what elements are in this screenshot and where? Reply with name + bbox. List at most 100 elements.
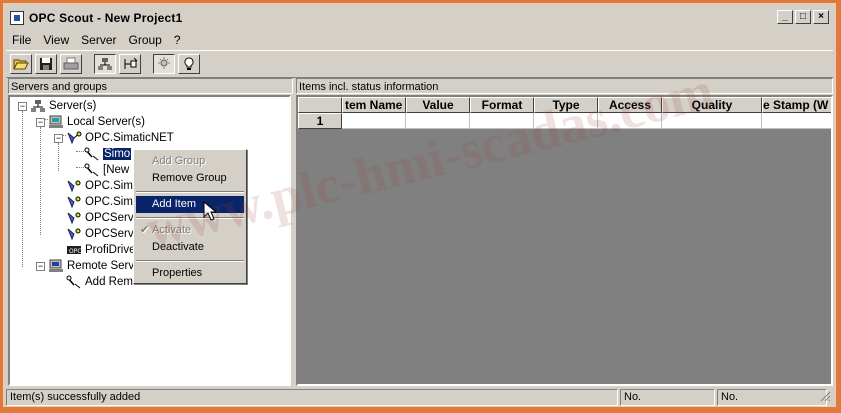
expand-root-toggle[interactable]: − <box>18 102 27 111</box>
checkmark-icon: ✔ <box>140 224 150 236</box>
minimize-button[interactable]: _ <box>777 10 793 24</box>
opc-server-icon <box>67 131 82 145</box>
tree-node-servers[interactable]: Server(s) <box>30 98 96 114</box>
servers-groups-header: Servers and groups <box>8 78 293 94</box>
add-item-toolbar-button[interactable] <box>119 54 141 74</box>
tree-node-profidrive[interactable]: OPC ProfiDrive <box>66 242 135 258</box>
tree-node-group-simo[interactable]: Simo <box>84 146 132 162</box>
col-access[interactable]: Access <box>598 97 662 113</box>
tree-node-local-servers[interactable]: Local Server(s) <box>48 114 145 130</box>
opc-server-icon <box>67 212 81 225</box>
tree-node-new-group[interactable]: [New <box>84 162 129 178</box>
servers-view-button[interactable] <box>94 54 116 74</box>
tree-node-label: [New <box>103 164 130 176</box>
menu-file[interactable]: File <box>6 33 37 47</box>
resize-grip-icon[interactable] <box>819 390 831 402</box>
profidrive-icon: OPC <box>67 246 82 255</box>
cell-quality[interactable] <box>662 113 762 129</box>
tree-node-label: OPC.Sim <box>85 180 133 192</box>
open-folder-icon <box>13 59 29 70</box>
status-message: Item(s) successfully added <box>6 389 618 406</box>
monitor-light-icon <box>158 57 170 69</box>
window-title: OPC Scout - New Project1 <box>29 10 183 25</box>
tree-node-label: OPC.Sim <box>85 196 133 208</box>
status-bar: Item(s) successfully added No. No. <box>6 389 832 406</box>
tree-node-label: OPCServ <box>85 228 134 240</box>
cell-time-stamp[interactable] <box>762 113 831 129</box>
cell-format[interactable] <box>470 113 534 129</box>
tree-node-remote-servers[interactable]: Remote Serv <box>48 258 134 274</box>
items-status-header: Items incl. status information <box>296 78 833 94</box>
menu-separator <box>136 191 244 193</box>
tree-node-label: OPC.SimaticNET <box>85 132 174 144</box>
maximize-button[interactable]: □ <box>795 10 811 24</box>
lightbulb-icon <box>184 57 194 70</box>
menu-item-activate[interactable]: ✔ Activate <box>136 222 244 239</box>
menu-item-deactivate[interactable]: Deactivate <box>136 239 244 256</box>
cell-value[interactable] <box>406 113 470 129</box>
group-items-icon <box>84 147 99 161</box>
expand-simaticnet-toggle[interactable]: − <box>54 134 63 143</box>
opc-scout-app-icon[interactable] <box>10 10 24 25</box>
status-no-2: No. <box>717 389 827 406</box>
tree-node-opcserv-2[interactable]: OPCServ <box>66 226 134 242</box>
monitor-button[interactable] <box>153 54 175 74</box>
tree-node-label: Add Rem <box>85 276 133 288</box>
expand-local-toggle[interactable]: − <box>36 118 45 127</box>
items-grid[interactable]: tem Name Value Format Type Access Qualit… <box>296 95 833 386</box>
save-button[interactable] <box>35 54 57 74</box>
mouse-pointer-icon <box>203 201 217 221</box>
menu-help[interactable]: ? <box>168 33 187 47</box>
tree-node-opc-sim-2[interactable]: OPC.Sim <box>66 194 133 210</box>
cell-item-name[interactable] <box>342 113 406 129</box>
title-bar[interactable]: OPC Scout - New Project1 _ □ × <box>6 6 833 29</box>
col-type[interactable]: Type <box>534 97 598 113</box>
servers-network-icon <box>31 100 45 112</box>
group-items-icon <box>84 163 99 177</box>
menu-separator <box>136 217 244 219</box>
col-quality[interactable]: Quality <box>662 97 762 113</box>
opc-server-icon <box>67 228 81 241</box>
opc-server-icon <box>67 196 81 209</box>
tree-node-opc-simaticnet[interactable]: OPC.SimaticNET <box>66 130 174 146</box>
expand-remote-toggle[interactable]: − <box>36 262 45 271</box>
print-icon <box>63 57 79 70</box>
tree-node-add-remote[interactable]: Add Rem <box>66 274 133 290</box>
print-button[interactable] <box>60 54 82 74</box>
computer-icon <box>49 259 63 272</box>
close-button[interactable]: × <box>813 10 829 24</box>
tree-node-label: Simo <box>103 148 132 160</box>
menu-item-activate-label: Activate <box>152 224 192 236</box>
col-value[interactable]: Value <box>406 97 470 113</box>
save-disk-icon <box>40 58 52 70</box>
computer-icon <box>49 115 63 128</box>
tree-node-opc-sim-1[interactable]: OPC.Sim <box>66 178 133 194</box>
add-item-tree-icon <box>124 57 138 69</box>
menu-group[interactable]: Group <box>122 33 167 47</box>
col-time-stamp[interactable]: e Stamp (W <box>762 97 831 113</box>
menu-item-add-group[interactable]: Add Group <box>136 153 244 170</box>
menu-item-remove-group[interactable]: Remove Group <box>136 170 244 187</box>
menu-item-properties[interactable]: Properties <box>136 265 244 282</box>
opc-server-icon <box>67 180 81 193</box>
lightbulb-button[interactable] <box>178 54 200 74</box>
open-folder-button[interactable] <box>10 54 32 74</box>
svg-text:OPC: OPC <box>69 248 82 255</box>
grid-corner <box>298 97 342 113</box>
col-format[interactable]: Format <box>470 97 534 113</box>
tree-node-opcserv-1[interactable]: OPCServ <box>66 210 134 226</box>
cell-type[interactable] <box>534 113 598 129</box>
cell-access[interactable] <box>598 113 662 129</box>
status-no-1: No. <box>620 389 715 406</box>
tree-node-label: ProfiDrive <box>85 244 136 256</box>
toolbar <box>6 50 833 78</box>
menu-server[interactable]: Server <box>75 33 122 47</box>
row-number[interactable]: 1 <box>298 113 342 129</box>
menu-separator <box>136 260 244 262</box>
grid-header-row: tem Name Value Format Type Access Qualit… <box>298 97 831 113</box>
table-row[interactable]: 1 <box>298 113 831 129</box>
col-item-name[interactable]: tem Name <box>342 97 406 113</box>
menu-item-add-item[interactable]: Add Item <box>136 196 244 213</box>
menu-view[interactable]: View <box>37 33 75 47</box>
tree-node-label: OPCServ <box>85 212 134 224</box>
